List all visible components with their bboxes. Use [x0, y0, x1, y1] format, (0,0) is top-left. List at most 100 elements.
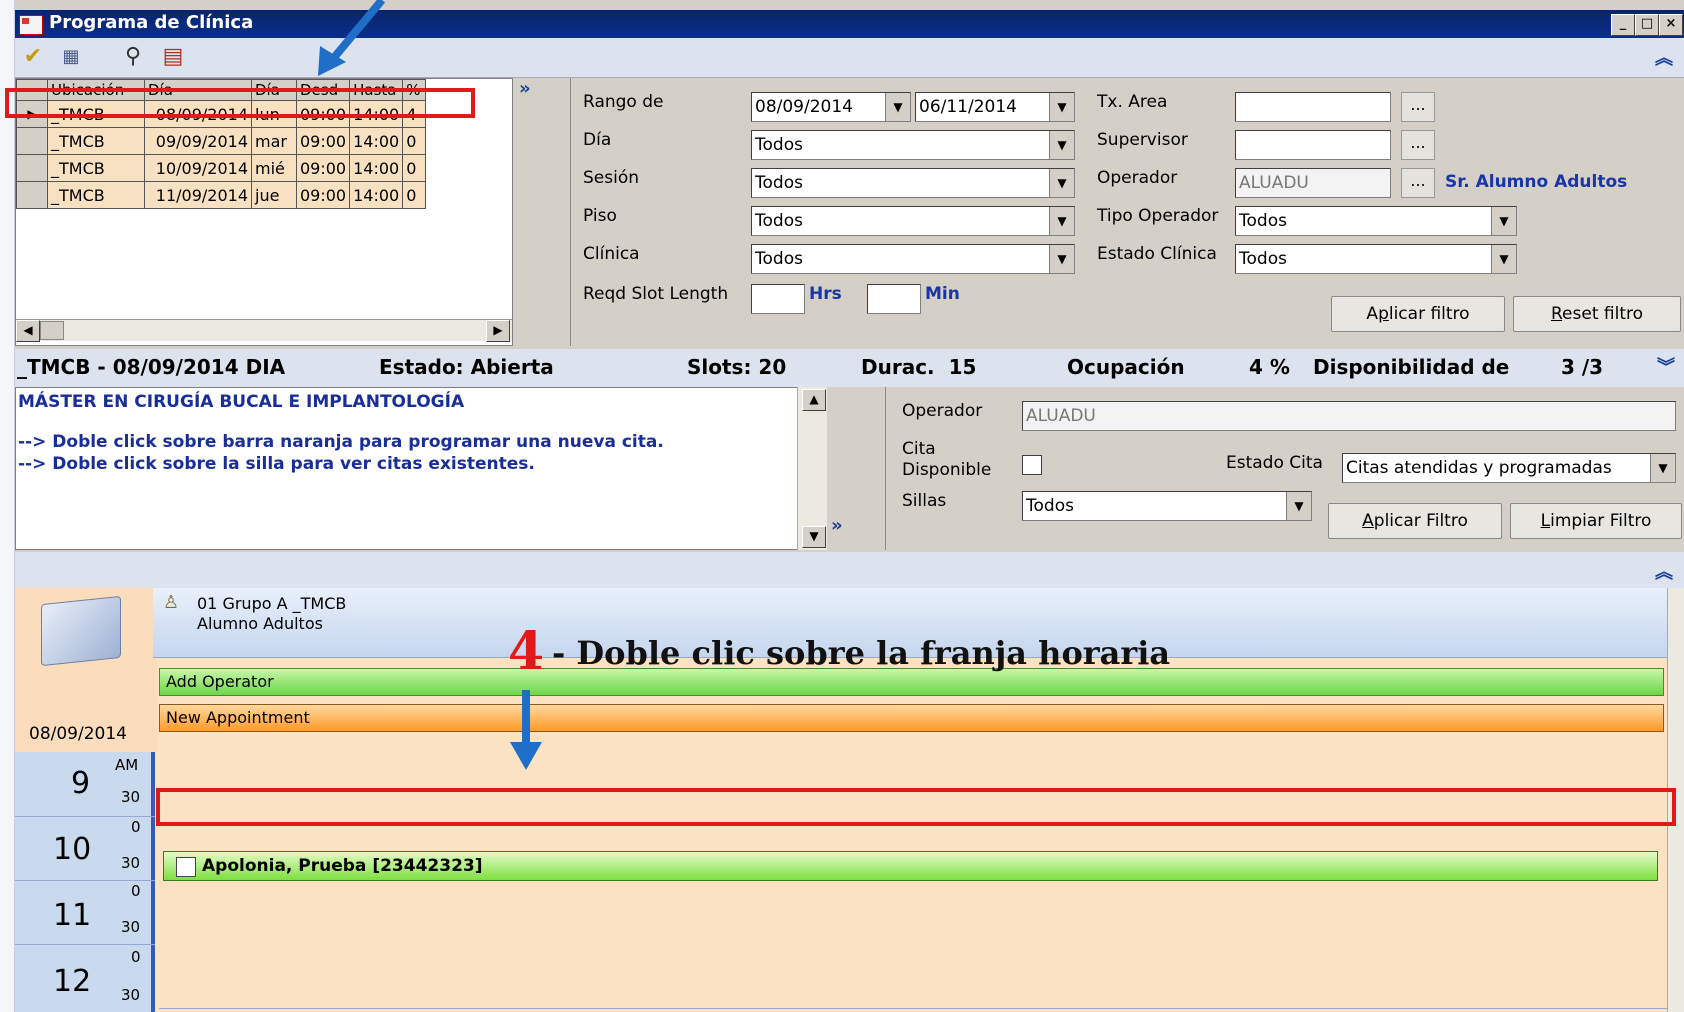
tx-area-input[interactable] — [1235, 92, 1391, 122]
table-row[interactable]: _TMCB 10/09/2014 mié 09:00 14:00 0 — [16, 154, 427, 182]
limpiar-filtro-button[interactable]: Limpiar Filtro — [1510, 503, 1682, 539]
grid-cell[interactable]: 09:00 — [295, 154, 351, 182]
disponibilidad-label: Disponibilidad de — [1313, 355, 1510, 379]
time-slot[interactable] — [159, 944, 1684, 977]
notes-title: MÁSTER EN CIRUGÍA BUCAL E IMPLANTOLOGÍA — [18, 392, 465, 412]
chevron-down-icon[interactable]: ▼ — [1049, 131, 1074, 159]
reset-filter-button[interactable]: Reset filtro — [1513, 296, 1681, 332]
piso-select[interactable]: Todos ▼ — [751, 206, 1075, 236]
new-appointment-bar[interactable]: New Appointment — [159, 704, 1664, 732]
operador-browse-button[interactable]: ... — [1401, 168, 1435, 198]
chevron-down-icon[interactable]: ▼ — [1049, 93, 1074, 121]
chevron-down-icon[interactable]: ▼ — [1049, 207, 1074, 235]
add-operator-bar[interactable]: Add Operator — [159, 668, 1664, 696]
calendar-filter-panel: Operador ALUADU Cita Disponible Estado Ci… — [885, 387, 1684, 550]
cal-operador-input[interactable]: ALUADU — [1022, 401, 1676, 431]
slide-margin — [0, 0, 15, 1012]
folder-icon[interactable] — [41, 595, 121, 667]
minimize-button[interactable]: _ — [1611, 14, 1635, 36]
grid-cell[interactable]: 0 — [402, 181, 427, 209]
apply-filter-button[interactable]: Aplicar filtro — [1331, 296, 1505, 332]
scroll-down-button[interactable]: ▼ — [802, 526, 826, 548]
collapse-up-icon[interactable]: ︽ — [1655, 44, 1673, 70]
clinica-select[interactable]: Todos ▼ — [751, 244, 1075, 274]
chevron-down-icon[interactable]: ▼ — [1650, 454, 1675, 482]
hour-label: 9 — [71, 766, 91, 801]
time-slot[interactable] — [159, 976, 1684, 1009]
annotation-step-number: 4 — [508, 621, 545, 682]
grid-cell[interactable]: 14:00 — [349, 127, 404, 155]
time-slot[interactable] — [159, 880, 1684, 913]
appointment-checkbox[interactable] — [176, 857, 196, 877]
grid-cell[interactable]: 0 — [402, 154, 427, 182]
table-row[interactable]: _TMCB 11/09/2014 jue 09:00 14:00 0 — [16, 181, 427, 209]
hrs-input[interactable] — [751, 284, 805, 314]
chevron-down-icon[interactable]: ▼ — [1286, 492, 1311, 520]
grid-cell[interactable]: 0 — [402, 127, 427, 155]
grid-cell[interactable]: 09:00 — [295, 127, 351, 155]
appointment-block[interactable]: Apolonia, Prueba [23442323] — [163, 851, 1658, 881]
time-slot[interactable] — [159, 912, 1684, 945]
table-row[interactable]: _TMCB 09/09/2014 mar 09:00 14:00 0 — [16, 127, 427, 155]
chevron-down-icon[interactable]: ▼ — [1491, 207, 1516, 235]
grid-cell[interactable]: _TMCB — [47, 127, 145, 155]
date-to-field[interactable]: 06/11/2014 ▼ — [915, 92, 1075, 122]
horizontal-scrollbar[interactable]: ◀ ▶ — [16, 319, 512, 342]
grid-cell[interactable]: 14:00 — [349, 154, 404, 182]
dia-select[interactable]: Todos ▼ — [751, 130, 1075, 160]
cita-disponible-checkbox[interactable] — [1022, 455, 1042, 475]
tx-area-browse-button[interactable]: ... — [1401, 92, 1435, 122]
grid-cell[interactable]: _TMCB — [47, 181, 145, 209]
collapse-down-icon[interactable]: ︾ — [1657, 353, 1675, 379]
operador-input[interactable]: ALUADU — [1235, 168, 1391, 198]
calendar-clock-icon[interactable]: ▦ — [57, 43, 85, 71]
close-button[interactable]: × — [1659, 14, 1683, 36]
application-window: Programa de Clínica _ □ × ✔ ▦ ⚲ ▤ ︽ Ubic… — [15, 0, 1684, 1012]
hour-label: 10 — [53, 832, 92, 867]
notes-scrollbar[interactable]: ▲ ▼ — [797, 387, 827, 550]
clipboard-icon[interactable]: ▤ — [159, 43, 187, 71]
grid-cell[interactable]: 09:00 — [295, 181, 351, 209]
expand-right-icon[interactable]: » — [519, 78, 531, 99]
scroll-right-button[interactable]: ▶ — [486, 320, 510, 342]
grid-cell[interactable]: mié — [251, 154, 297, 182]
chevron-down-icon[interactable]: ▼ — [1049, 245, 1074, 273]
min-input[interactable] — [867, 284, 921, 314]
annotation-arrow-down — [510, 690, 542, 770]
toolbar: ✔ ▦ ⚲ ▤ ︽ — [15, 38, 1684, 78]
scroll-up-button[interactable]: ▲ — [802, 389, 826, 411]
annotation-arrow-top — [318, 0, 386, 76]
grid-cell[interactable]: 14:00 — [349, 181, 404, 209]
supervisor-browse-button[interactable]: ... — [1401, 130, 1435, 160]
estado-clinica-select[interactable]: Todos ▼ — [1235, 244, 1517, 274]
tipo-operador-select[interactable]: Todos ▼ — [1235, 206, 1517, 236]
checkmark-icon[interactable]: ✔ — [19, 43, 47, 71]
maximize-button[interactable]: □ — [1635, 14, 1659, 36]
grid-cell[interactable]: 11/09/2014 — [144, 181, 252, 209]
chevron-down-icon[interactable]: ▼ — [1049, 169, 1074, 197]
min-label: Min — [925, 284, 960, 304]
grid-cell[interactable]: _TMCB — [47, 154, 145, 182]
sesion-select[interactable]: Todos ▼ — [751, 168, 1075, 198]
session-notes[interactable]: MÁSTER EN CIRUGÍA BUCAL E IMPLANTOLOGÍA … — [15, 387, 827, 550]
search-icon[interactable]: ⚲ — [119, 43, 147, 71]
scroll-thumb[interactable] — [40, 321, 64, 340]
collapse-up-icon[interactable]: ︽ — [1655, 558, 1673, 584]
grid-cell[interactable]: jue — [251, 181, 297, 209]
chevron-down-icon[interactable]: ▼ — [1491, 245, 1516, 273]
clinica-label: Clínica — [583, 244, 640, 264]
expand-right-icon[interactable]: » — [831, 515, 843, 536]
sillas-select[interactable]: Todos ▼ — [1022, 491, 1312, 521]
grid-cell[interactable]: mar — [251, 127, 297, 155]
hrs-label: Hrs — [809, 284, 842, 304]
grid-cell[interactable]: 10/09/2014 — [144, 154, 252, 182]
grid-cell[interactable]: 09/09/2014 — [144, 127, 252, 155]
expand-panel: » — [513, 78, 571, 346]
supervisor-input[interactable] — [1235, 130, 1391, 160]
date-from-field[interactable]: 08/09/2014 ▼ — [751, 92, 911, 122]
estado-cita-select[interactable]: Citas atendidas y programadas ▼ — [1342, 453, 1676, 483]
aplicar-filtro-button[interactable]: Aplicar Filtro — [1328, 503, 1502, 539]
scroll-left-button[interactable]: ◀ — [16, 320, 40, 342]
time-slot[interactable] — [159, 752, 1684, 785]
chevron-down-icon[interactable]: ▼ — [885, 93, 910, 121]
